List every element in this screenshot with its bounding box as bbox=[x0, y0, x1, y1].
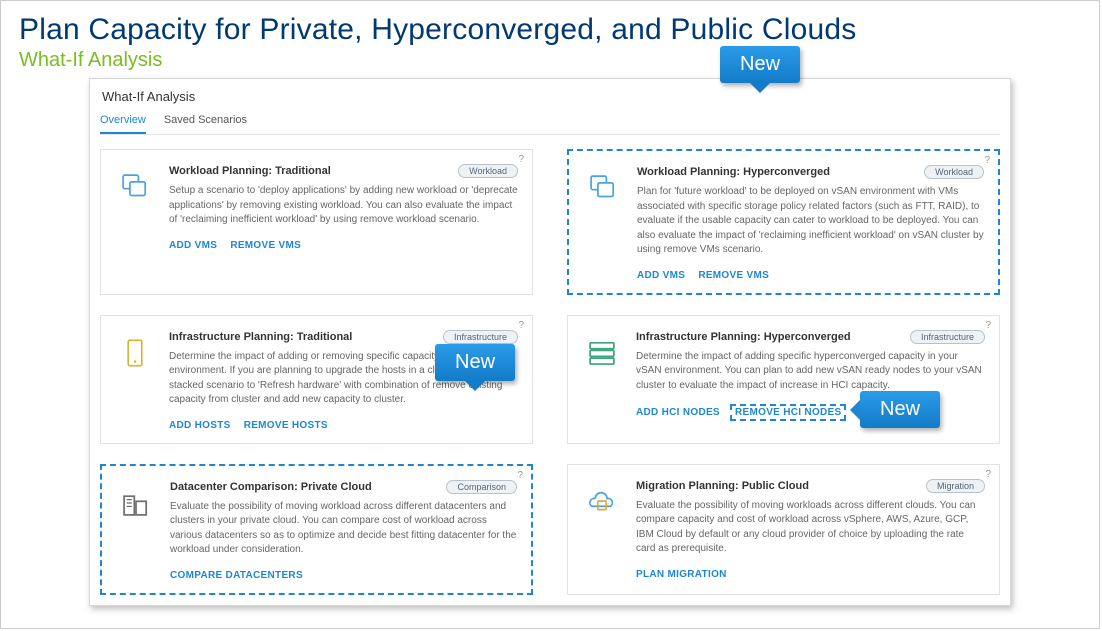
badge-infrastructure: Infrastructure bbox=[443, 330, 518, 344]
page-title: Plan Capacity for Private, Hyperconverge… bbox=[19, 13, 1081, 47]
badge-comparison: Comparison bbox=[446, 480, 517, 494]
remove-vms-link[interactable]: REMOVE VMS bbox=[230, 240, 301, 251]
add-hci-nodes-link[interactable]: ADD HCI NODES bbox=[636, 407, 720, 418]
badge-workload: Workload bbox=[924, 165, 984, 179]
add-hosts-link[interactable]: ADD HOSTS bbox=[169, 420, 231, 431]
card-description: Evaluate the possibility of moving workl… bbox=[636, 499, 985, 557]
workload-icon bbox=[586, 171, 620, 205]
help-icon[interactable]: ? bbox=[518, 154, 524, 165]
card-description: Setup a scenario to 'deploy applications… bbox=[169, 184, 518, 228]
tab-saved-scenarios[interactable]: Saved Scenarios bbox=[164, 110, 247, 134]
card-workload-hyperconverged: ? Workload Planning: Hyperconverged Work… bbox=[567, 149, 1000, 295]
card-description: Determine the impact of adding specific … bbox=[636, 350, 985, 394]
callout-new-right: New bbox=[860, 391, 940, 428]
callout-label: New bbox=[880, 398, 920, 420]
add-vms-link[interactable]: ADD VMS bbox=[637, 270, 685, 281]
card-title: Infrastructure Planning: Traditional bbox=[169, 331, 352, 343]
page-subtitle: What-If Analysis bbox=[19, 49, 1081, 72]
panel-title: What-If Analysis bbox=[102, 89, 1000, 104]
remove-hci-nodes-link[interactable]: REMOVE HCI NODES bbox=[735, 407, 841, 418]
tabs: Overview Saved Scenarios bbox=[100, 110, 1000, 135]
callout-new-mid: New bbox=[435, 344, 515, 381]
help-icon[interactable]: ? bbox=[984, 155, 990, 166]
card-title: Datacenter Comparison: Private Cloud bbox=[170, 481, 372, 493]
rack-icon bbox=[585, 336, 619, 370]
badge-workload: Workload bbox=[458, 164, 518, 178]
add-vms-link[interactable]: ADD VMS bbox=[169, 240, 217, 251]
card-workload-traditional: ? Workload Planning: Traditional Workloa… bbox=[100, 149, 533, 295]
callout-new-top: New bbox=[720, 46, 800, 83]
plan-migration-link[interactable]: PLAN MIGRATION bbox=[636, 569, 727, 580]
card-datacenter-comparison: ? Datacenter Comparison: Private Cloud C… bbox=[100, 464, 533, 595]
cloud-box-icon bbox=[585, 485, 619, 519]
callout-label: New bbox=[455, 351, 495, 373]
tab-overview[interactable]: Overview bbox=[100, 110, 146, 134]
workload-icon bbox=[118, 170, 152, 204]
badge-migration: Migration bbox=[926, 479, 985, 493]
badge-infrastructure: Infrastructure bbox=[910, 330, 985, 344]
whatif-panel: New New New What-If Analysis Overview Sa… bbox=[89, 78, 1011, 606]
help-icon[interactable]: ? bbox=[985, 320, 991, 331]
buildings-icon bbox=[119, 486, 153, 520]
card-migration-planning: ? Migration Planning: Public Cloud Migra… bbox=[567, 464, 1000, 595]
remove-hosts-link[interactable]: REMOVE HOSTS bbox=[244, 420, 328, 431]
card-title: Workload Planning: Traditional bbox=[169, 165, 331, 177]
card-title: Workload Planning: Hyperconverged bbox=[637, 166, 830, 178]
card-title: Migration Planning: Public Cloud bbox=[636, 480, 809, 492]
card-description: Evaluate the possibility of moving workl… bbox=[170, 500, 517, 558]
callout-label: New bbox=[740, 53, 780, 75]
help-icon[interactable]: ? bbox=[985, 469, 991, 480]
remove-vms-link[interactable]: REMOVE VMS bbox=[698, 270, 769, 281]
help-icon[interactable]: ? bbox=[518, 320, 524, 331]
card-description: Plan for 'future workload' to be deploye… bbox=[637, 185, 984, 258]
server-icon bbox=[118, 336, 152, 370]
card-title: Infrastructure Planning: Hyperconverged bbox=[636, 331, 851, 343]
compare-datacenters-link[interactable]: COMPARE DATACENTERS bbox=[170, 570, 303, 581]
help-icon[interactable]: ? bbox=[517, 470, 523, 481]
